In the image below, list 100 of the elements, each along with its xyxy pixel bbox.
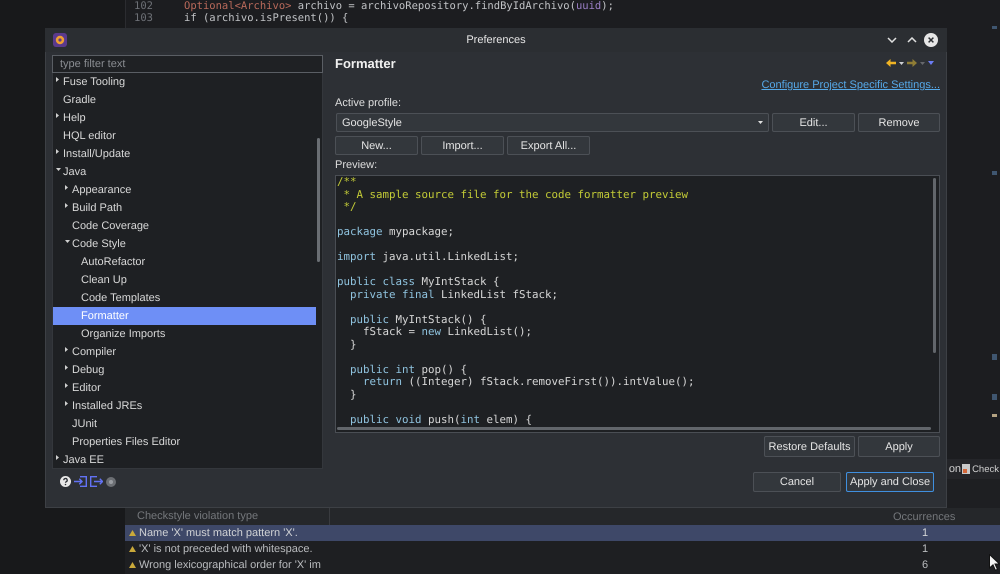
ruler-mark (992, 171, 997, 175)
tree-item[interactable]: Gradle (53, 91, 316, 109)
cancel-button[interactable]: Cancel (753, 472, 841, 492)
expander-icon[interactable] (56, 149, 59, 154)
view-tab[interactable]: on (948, 459, 962, 479)
tree-item[interactable]: Code Coverage (53, 217, 316, 235)
tree-item[interactable]: Organize Imports (53, 325, 316, 343)
tree-item[interactable]: JUnit (53, 415, 316, 433)
expander-icon[interactable] (65, 347, 68, 352)
table-cell: 6 (922, 559, 928, 571)
maximize-icon[interactable] (907, 37, 917, 43)
import-button[interactable]: Import... (421, 136, 504, 155)
ruler-mark (992, 414, 997, 417)
line-number: 103 (133, 12, 153, 24)
table-cell: 'X' is not preceded with whitespace. (139, 543, 313, 555)
code-line: private final LinkedList fStack; (349, 288, 560, 301)
code-line: if (archivo.isPresent()) { (184, 12, 348, 24)
code-line: package mypackage; (337, 226, 456, 238)
ruler-mark (992, 26, 997, 29)
scrollbar-thumb[interactable] (337, 427, 931, 430)
tree-item[interactable]: Build Path (53, 199, 316, 217)
code-line: * A sample source file for the code formatter preview (342, 188, 690, 201)
expander-icon[interactable] (65, 185, 68, 190)
table-cell: 1 (922, 527, 928, 539)
tree-item[interactable]: Debug (53, 361, 316, 379)
apply-button[interactable]: Apply (858, 436, 940, 457)
scrollbar-thumb[interactable] (317, 138, 320, 262)
remove-button[interactable]: Remove (858, 113, 940, 132)
tree-item[interactable]: Compiler (53, 343, 316, 361)
expander-icon[interactable] (65, 240, 70, 243)
expander-icon[interactable] (65, 365, 68, 370)
line-number: 102 (133, 0, 153, 12)
tree-item[interactable]: AutoRefactor (53, 253, 316, 271)
help-icon[interactable] (60, 476, 71, 487)
filter-field[interactable]: type filter text (52, 55, 323, 73)
expander-icon[interactable] (65, 383, 68, 388)
table-row[interactable]: Name 'X' must match pattern 'X'. 1 (125, 525, 1000, 541)
tree-item[interactable]: Help (53, 109, 316, 127)
code-line: return ((Integer) fStack.removeFirst()).intValue(); (363, 376, 696, 388)
table-cell: 1 (922, 543, 928, 555)
tree-item[interactable]: Java (53, 163, 316, 181)
import-icon[interactable] (74, 476, 87, 487)
expander-icon[interactable] (56, 455, 59, 460)
back-arrow-icon[interactable] (886, 59, 896, 67)
page-title: Formatter (335, 56, 396, 70)
tree-item[interactable]: Code Style (53, 235, 316, 253)
scrollbar-thumb[interactable] (933, 178, 936, 353)
expander-icon[interactable] (56, 113, 59, 118)
project-settings-link[interactable]: Configure Project Specific Settings... (761, 79, 940, 91)
close-icon[interactable] (924, 33, 938, 47)
profile-dropdown[interactable]: GoogleStyle (336, 113, 769, 132)
caret-icon[interactable] (899, 62, 904, 64)
expander-icon[interactable] (65, 203, 68, 208)
caret-icon (758, 121, 763, 124)
tree-item[interactable]: Editor (53, 379, 316, 397)
circle-icon[interactable] (106, 476, 116, 486)
code-line: public void push(int elem) { (349, 414, 534, 426)
code-line: public MyIntStack() { (349, 314, 488, 326)
new-button[interactable]: New... (335, 136, 418, 155)
ruler-mark (992, 354, 997, 360)
apply-and-close-button[interactable]: Apply and Close (846, 472, 934, 492)
tree-item[interactable]: Java EE (53, 451, 316, 468)
view-tab[interactable]: Check (962, 459, 999, 479)
tree-item[interactable]: Fuse Tooling (53, 73, 316, 91)
mouse-pointer-icon (989, 554, 1000, 571)
warning-icon (129, 562, 136, 568)
column-header: Occurrences (892, 510, 956, 522)
expander-icon[interactable] (56, 77, 59, 82)
preview-label: Preview: (335, 158, 378, 172)
code-line: */ (342, 201, 358, 214)
preference-tree[interactable] (52, 73, 323, 469)
tree-item[interactable]: Appearance (53, 181, 316, 199)
expander-icon[interactable] (65, 401, 68, 406)
code-line: public class MyIntStack { (337, 276, 501, 288)
tree-item[interactable]: Code Templates (53, 289, 316, 307)
code-line: Optional<Archivo> archivo = archivoRepository.findByIdArchivo(uuid); (184, 0, 614, 12)
minimize-icon[interactable] (887, 37, 897, 43)
tree-item[interactable]: Properties Files Editor (53, 433, 316, 451)
expander-icon[interactable] (56, 168, 61, 171)
table-cell: Name 'X' must match pattern 'X'. (139, 527, 298, 539)
menu-caret-icon[interactable] (928, 61, 934, 65)
warning-icon (129, 530, 136, 536)
window-title: Preferences (466, 34, 526, 46)
ruler-mark (992, 394, 997, 400)
tree-item[interactable]: Clean Up (53, 271, 316, 289)
profile-label: Active profile: (335, 96, 402, 110)
app-icon (53, 33, 67, 47)
table-row[interactable]: 'X' is not preceded with whitespace. 1 (125, 541, 1000, 557)
tree-item[interactable]: HQL editor (53, 127, 316, 145)
warning-icon (129, 546, 136, 552)
code-line: fStack = new LinkedList(); (363, 326, 534, 338)
tree-item[interactable]: Install/Update (53, 145, 316, 163)
edit-button[interactable]: Edit... (772, 113, 855, 132)
export-all-button[interactable]: Export All... (507, 136, 590, 155)
restore-defaults-button[interactable]: Restore Defaults (764, 436, 855, 457)
code-line: import java.util.LinkedList; (337, 251, 520, 264)
tree-item[interactable]: Installed JREs (53, 397, 316, 415)
code-line: public int pop() { (349, 364, 468, 376)
export-icon[interactable] (90, 476, 103, 487)
code-line: } (349, 338, 358, 351)
